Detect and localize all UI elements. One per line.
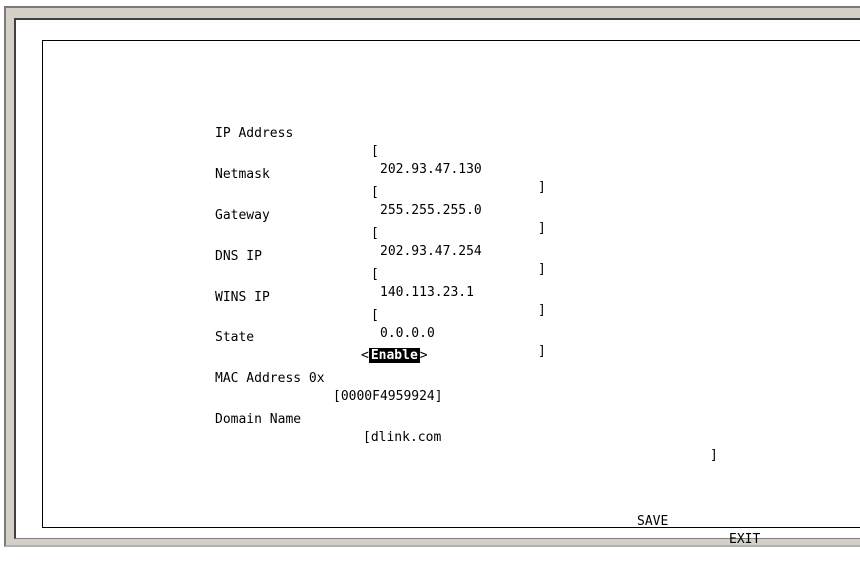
save-button[interactable]: SAVE (637, 513, 668, 531)
netmask-row: Netmask [ 255.255.255.0 ] (43, 148, 860, 236)
wins-ip-row: WINS IP [ 0.0.0.0 ] (43, 271, 860, 359)
ip-address-label: IP Address (215, 126, 294, 141)
actions-row: SAVE EXIT (43, 495, 860, 547)
domain-name-label: Domain Name (215, 412, 302, 427)
mac-address-label: MAC Address 0x (215, 371, 325, 386)
domain-name-bracket-close: ] (710, 448, 718, 463)
domain-name-field[interactable]: [dlink.com (363, 429, 441, 447)
dns-ip-row: DNS IP [ 140.113.23.1 ] (43, 230, 860, 318)
window-frame: IP Address [ 202.93.47.130 ] Netmask [ 2… (4, 6, 860, 547)
mac-address-row: MAC Address 0x [0000F4959924] (43, 352, 860, 404)
domain-name-row: Domain Name [dlink.com ] (43, 393, 860, 463)
console-screen: IP Address [ 202.93.47.130 ] Netmask [ 2… (42, 40, 860, 547)
netmask-label: Netmask (215, 167, 270, 182)
exit-button[interactable]: EXIT (729, 531, 760, 549)
gateway-row: Gateway [ 202.93.47.254 ] (43, 189, 860, 277)
state-row: State < Enable > (43, 311, 860, 363)
wins-ip-label: WINS IP (215, 290, 270, 305)
state-label: State (215, 330, 255, 345)
gateway-label: Gateway (215, 208, 270, 223)
ip-address-row: IP Address [ 202.93.47.130 ] (43, 107, 860, 195)
window-content: IP Address [ 202.93.47.130 ] Netmask [ 2… (14, 18, 860, 547)
dns-ip-label: DNS IP (215, 249, 262, 264)
